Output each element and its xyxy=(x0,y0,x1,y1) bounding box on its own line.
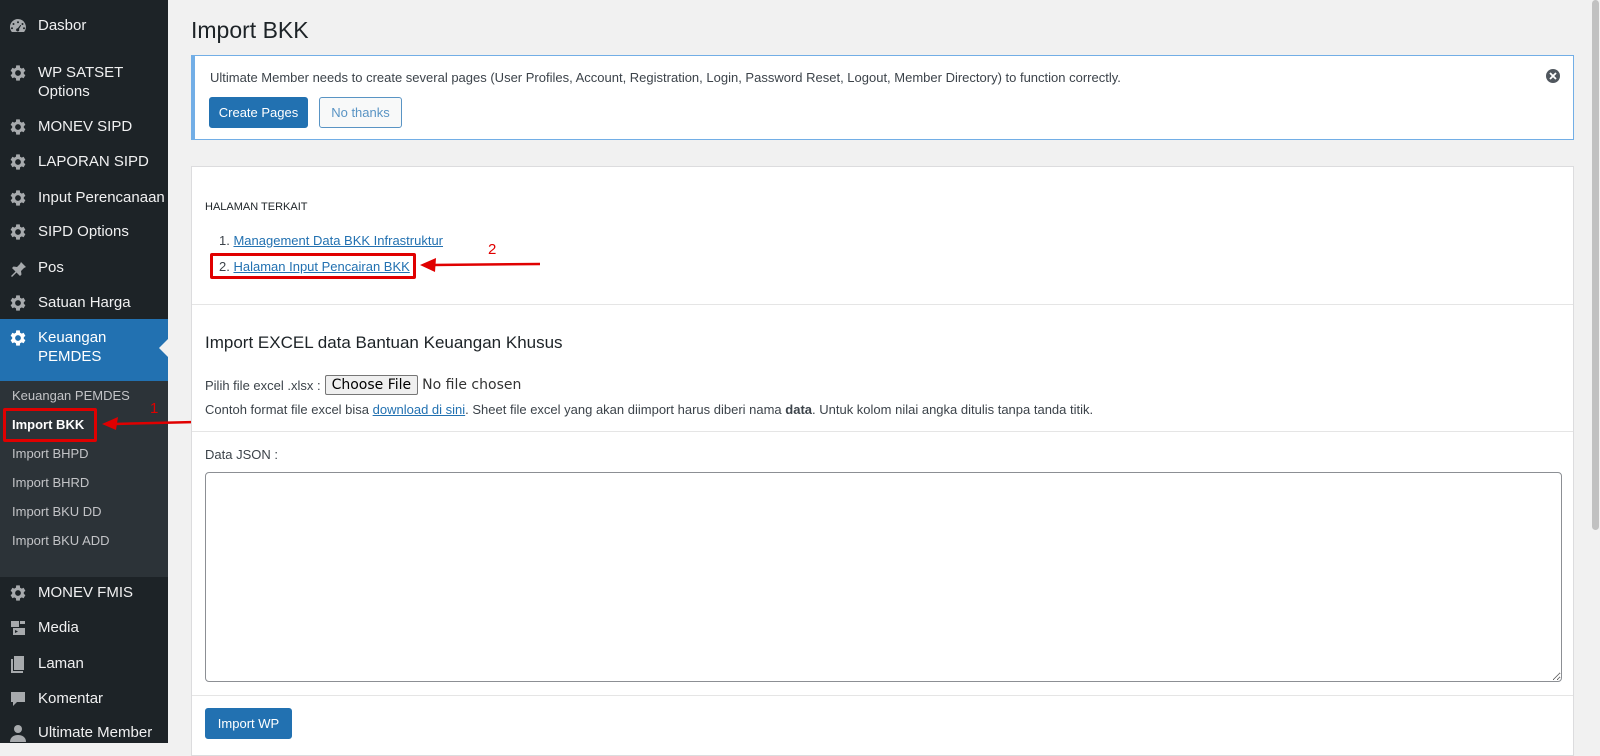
menu-label: Komentar xyxy=(38,690,104,707)
page-title: Import BKK xyxy=(191,17,309,43)
annotation-arrow-1 xyxy=(102,417,197,430)
menu-item-media[interactable]: Media xyxy=(0,618,168,638)
submenu-item-import-bhrd[interactable]: Import BHRD xyxy=(12,475,89,491)
menu-label: MONEV SIPD xyxy=(38,118,133,135)
import-wp-button[interactable]: Import WP xyxy=(205,708,292,739)
gear-icon xyxy=(8,328,28,348)
file-status: No file chosen xyxy=(422,377,522,393)
menu-label: WP SATSET Options xyxy=(38,64,124,100)
active-indicator xyxy=(159,339,168,357)
gear-icon xyxy=(8,117,28,137)
page-scrollbar[interactable] xyxy=(1591,0,1600,743)
media-icon xyxy=(8,618,28,638)
help-text: Contoh format file excel bisa download d… xyxy=(205,402,1093,417)
menu-label: Dasbor xyxy=(38,17,87,34)
menu-item-pos[interactable]: Pos xyxy=(0,258,168,278)
download-template-link[interactable]: download di sini xyxy=(373,402,466,417)
menu-item-wp-satset-options[interactable]: WP SATSET Options xyxy=(0,63,168,101)
menu-item-input-perencanaan[interactable]: Input Perencanaan xyxy=(0,188,168,208)
ultimate-member-notice: Ultimate Member needs to create several … xyxy=(191,55,1574,140)
related-link-item-1: 1. Management Data BKK Infrastruktur xyxy=(219,233,443,248)
gear-icon xyxy=(8,293,28,313)
divider xyxy=(192,695,1573,696)
annotation-highlight-import-bkk xyxy=(3,408,97,442)
menu-label: LAPORAN SIPD xyxy=(38,153,149,170)
submenu-item-import-bku-dd[interactable]: Import BKU DD xyxy=(12,504,102,520)
help-middle: . Sheet file excel yang akan diimport ha… xyxy=(465,402,786,417)
annotation-arrow-2 xyxy=(420,258,541,272)
gear-icon xyxy=(8,63,28,83)
file-input-row: Pilih file excel .xlsx : Choose File No … xyxy=(205,375,521,395)
annotation-label-1: 1 xyxy=(150,400,159,417)
divider xyxy=(192,431,1573,432)
choose-file-button[interactable]: Choose File xyxy=(324,375,419,395)
user-icon xyxy=(8,723,28,743)
menu-item-satuan-harga[interactable]: Satuan Harga xyxy=(0,293,168,313)
menu-item-laman[interactable]: Laman xyxy=(0,654,168,674)
admin-sidebar: Dasbor WP SATSET Options MONEV SIPD LAPO… xyxy=(0,0,168,743)
help-bold: data xyxy=(785,402,813,417)
annotation-highlight-link-2 xyxy=(210,253,416,279)
menu-label: MONEV FMIS xyxy=(38,584,134,601)
create-pages-button[interactable]: Create Pages xyxy=(209,97,308,128)
menu-label: Laman xyxy=(38,655,84,672)
management-data-bkk-link[interactable]: Management Data BKK Infrastruktur xyxy=(233,233,443,248)
menu-item-sipd-options[interactable]: SIPD Options xyxy=(0,222,168,242)
import-panel: HALAMAN TERKAIT 1. Management Data BKK I… xyxy=(191,166,1574,756)
menu-item-monev-sipd[interactable]: MONEV SIPD xyxy=(0,117,168,137)
comment-icon xyxy=(8,689,28,709)
no-thanks-button[interactable]: No thanks xyxy=(319,97,402,128)
page-icon xyxy=(8,654,28,674)
gear-icon xyxy=(8,188,28,208)
menu-label: Satuan Harga xyxy=(38,294,131,311)
menu-item-komentar[interactable]: Komentar xyxy=(0,689,168,709)
menu-label: SIPD Options xyxy=(38,223,129,240)
related-pages-heading: HALAMAN TERKAIT xyxy=(205,201,308,213)
list-number: 1. xyxy=(219,233,230,248)
menu-label: Keuangan PEMDES xyxy=(38,329,107,365)
menu-item-keuangan-pemdes[interactable]: Keuangan PEMDES xyxy=(0,319,168,381)
submenu-item-keuangan-pemdes[interactable]: Keuangan PEMDES xyxy=(12,388,130,404)
submenu-item-import-bhpd[interactable]: Import BHPD xyxy=(12,446,89,462)
annotation-label-2: 2 xyxy=(488,241,497,258)
gear-icon xyxy=(8,152,28,172)
menu-item-laporan-sipd[interactable]: LAPORAN SIPD xyxy=(0,152,168,172)
menu-label: Pos xyxy=(38,259,64,276)
gear-icon xyxy=(8,583,28,603)
gear-icon xyxy=(8,222,28,242)
menu-label: Media xyxy=(38,619,79,636)
help-prefix: Contoh format file excel bisa xyxy=(205,402,373,417)
import-section-title: Import EXCEL data Bantuan Keuangan Khusu… xyxy=(205,333,563,352)
divider xyxy=(192,304,1573,305)
help-suffix: . Untuk kolom nilai angka ditulis tanpa … xyxy=(812,402,1094,417)
menu-item-dasbor[interactable]: Dasbor xyxy=(0,16,168,36)
notice-text: Ultimate Member needs to create several … xyxy=(210,70,1121,85)
menu-item-monev-fmis[interactable]: MONEV FMIS xyxy=(0,583,168,603)
pin-icon xyxy=(8,258,28,278)
json-label: Data JSON : xyxy=(205,447,278,462)
menu-label: Ultimate Member xyxy=(38,724,153,741)
menu-label: Input Perencanaan xyxy=(38,189,165,206)
scrollbar-thumb[interactable] xyxy=(1592,0,1599,530)
dismiss-icon[interactable] xyxy=(1545,68,1561,84)
menu-item-ultimate-member[interactable]: Ultimate Member xyxy=(0,723,168,743)
submenu-item-import-bku-add[interactable]: Import BKU ADD xyxy=(12,533,110,549)
file-input-label: Pilih file excel .xlsx : xyxy=(205,377,321,393)
json-textarea[interactable] xyxy=(205,472,1562,682)
dashboard-icon xyxy=(8,16,28,36)
